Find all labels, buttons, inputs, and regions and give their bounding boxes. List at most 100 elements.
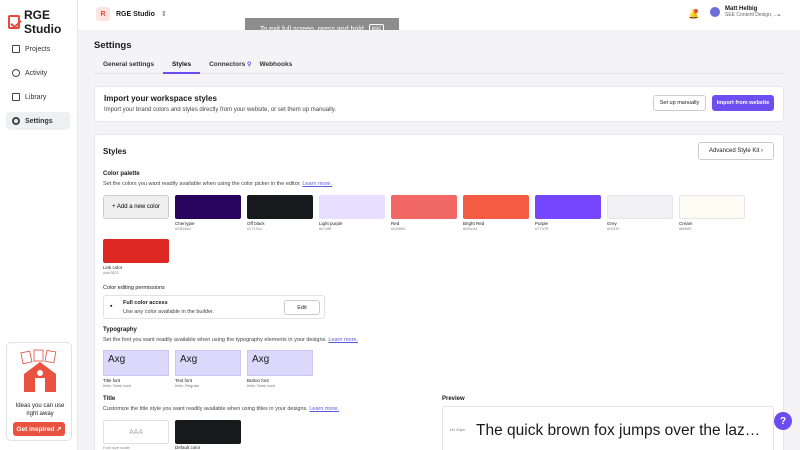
- color-swatch[interactable]: Grey #f1f1f3: [607, 195, 673, 231]
- activity-icon: [12, 69, 20, 77]
- font-detail: Inter, Regular: [175, 383, 200, 388]
- swatch-hex: #e7dfff: [319, 226, 332, 231]
- sidebar-nav: Projects Activity Library Settings: [6, 40, 70, 136]
- typography-description: Set the font you want readily available …: [103, 337, 358, 343]
- sidebar-item-projects[interactable]: Projects: [6, 40, 70, 58]
- avatar: [710, 7, 720, 17]
- user-menu[interactable]: Matt Helbig SEE Content Design, ...: [710, 6, 778, 18]
- swatch-hex: #28045d: [175, 226, 191, 231]
- palette-desc-text: Set the colors you want readily availabl…: [103, 181, 301, 187]
- default-color-label: Default color: [175, 445, 201, 450]
- preview-text: The quick brown fox jumps over the laz…: [476, 422, 761, 439]
- color-swatch[interactable]: Off black #17191c: [247, 195, 313, 231]
- help-button[interactable]: ?: [774, 412, 792, 430]
- typography-title: Typography: [103, 327, 137, 333]
- sidebar-item-label: Library: [25, 93, 47, 101]
- sidebar-item-library[interactable]: Library: [6, 88, 70, 106]
- gear-icon: [12, 117, 20, 125]
- promo-card: Ideas you can use right away Get inspire…: [6, 342, 72, 441]
- user-role: SEE Content Design, ...: [725, 12, 778, 18]
- workspace-switcher[interactable]: R RGE Studio ⇕: [96, 7, 167, 21]
- swatch-color-box: [319, 195, 385, 219]
- swatch-color-box: [535, 195, 601, 219]
- app-name: RGE Studio: [23, 8, 62, 36]
- palette-learn-more-link[interactable]: Learn more.: [302, 181, 332, 187]
- color-swatch[interactable]: Purple #7747ff: [535, 195, 601, 231]
- chevron-down-icon[interactable]: ⌄: [776, 10, 782, 18]
- sidebar-item-label: Settings: [25, 117, 53, 125]
- font-sample: Axg: [175, 350, 241, 376]
- default-color-swatch[interactable]: [175, 420, 241, 444]
- kit-label: Advanced Style Kit: [708, 148, 760, 154]
- topbar: R RGE Studio ⇕ 🔔 Matt Helbig SEE Content…: [78, 0, 800, 30]
- swatch-color-box: [463, 195, 529, 219]
- text-font-card[interactable]: Axg Text font Inter, Regular: [175, 350, 241, 388]
- title-preview: H1 40px The quick brown fox jumps over t…: [442, 406, 774, 450]
- perm-name: Full color access: [123, 300, 168, 306]
- swatch-hex: #fefbf3: [679, 226, 692, 231]
- font-scale-label: Font size scale: [103, 445, 130, 450]
- typo-desc-text: Set the font you want readily available …: [103, 337, 327, 343]
- font-sample: Axg: [247, 350, 313, 376]
- swatch-color-box: [175, 195, 241, 219]
- styles-title: Styles: [103, 147, 127, 156]
- swatch-color-box: [391, 195, 457, 219]
- advanced-style-kit-button[interactable]: Advanced Style Kit ›: [698, 142, 774, 160]
- app-logo[interactable]: RGE Studio: [8, 8, 77, 36]
- swatch-color-box: [607, 195, 673, 219]
- lock-icon: ▪: [110, 303, 113, 310]
- title-font-card[interactable]: Axg Title font Inter, Semi bold: [103, 350, 169, 388]
- swatch-hex: #f45c44: [463, 226, 478, 231]
- swatch-hex: #17191c: [247, 226, 263, 231]
- preview-title: Preview: [442, 396, 465, 402]
- title-desc-text: Customize the title style you want readi…: [103, 406, 308, 412]
- add-color-button[interactable]: + Add a new color: [103, 195, 169, 219]
- house-illustration-icon: [20, 349, 57, 392]
- styles-content: Styles Advanced Style Kit › Color palett…: [78, 30, 800, 450]
- swatch-hex: #7747ff: [535, 226, 549, 231]
- swatch-hex: #de2823: [103, 270, 119, 275]
- preview-size-label: H1 40px: [450, 427, 465, 432]
- logo-icon: [8, 15, 20, 29]
- font-scale-picker[interactable]: AAA: [103, 420, 169, 444]
- color-permission-card: ▪ Full color access Use any color availa…: [103, 295, 325, 319]
- swatch-color-box: [103, 239, 169, 263]
- color-swatch[interactable]: Cherrypie #28045d: [175, 195, 241, 231]
- title-section-title: Title: [103, 396, 116, 402]
- sidebar-item-label: Activity: [25, 69, 48, 77]
- swatch-color-box: [679, 195, 745, 219]
- get-inspired-button[interactable]: Get inspired ↗: [13, 422, 65, 436]
- sidebar: RGE Studio Projects Activity Library Set…: [0, 0, 78, 450]
- title-learn-more-link[interactable]: Learn more.: [309, 406, 339, 412]
- app-root: RGE Studio Projects Activity Library Set…: [0, 0, 800, 450]
- color-swatch[interactable]: Link color #de2823: [103, 239, 169, 275]
- palette-title: Color palette: [103, 171, 140, 177]
- sidebar-item-settings[interactable]: Settings: [6, 112, 70, 130]
- font-sample: Axg: [103, 350, 169, 376]
- perm-title: Color editing permissions: [103, 285, 165, 291]
- font-detail: Inter, Semi bold: [247, 383, 275, 388]
- color-swatch[interactable]: Bright Red #f45c44: [463, 195, 529, 231]
- sidebar-item-label: Projects: [25, 45, 51, 53]
- chevron-right-icon: ›: [761, 148, 764, 154]
- button-font-card[interactable]: Axg Button font Inter, Semi bold: [247, 350, 313, 388]
- title-section-description: Customize the title style you want readi…: [103, 406, 339, 412]
- color-swatch[interactable]: Red #f26864: [391, 195, 457, 231]
- font-detail: Inter, Semi bold: [103, 383, 131, 388]
- notification-dot: [694, 9, 698, 13]
- workspace-name: RGE Studio: [116, 10, 155, 18]
- palette-description: Set the colors you want readily availabl…: [103, 181, 332, 187]
- color-swatch[interactable]: Light purple #e7dfff: [319, 195, 385, 231]
- folder-icon: [12, 45, 20, 53]
- typo-learn-more-link[interactable]: Learn more.: [328, 337, 358, 343]
- perm-desc: Use any color available in the builder.: [123, 309, 215, 315]
- promo-text: Ideas you can use right away: [15, 403, 65, 417]
- color-swatch[interactable]: Cream #fefbf3: [679, 195, 745, 231]
- book-icon: [12, 93, 20, 101]
- perm-edit-button[interactable]: Edit: [284, 300, 320, 315]
- workspace-badge: R: [96, 7, 110, 21]
- swatch-hex: #f26864: [391, 226, 406, 231]
- swatch-hex: #f1f1f3: [607, 226, 620, 231]
- sidebar-item-activity[interactable]: Activity: [6, 64, 70, 82]
- swatch-color-box: [247, 195, 313, 219]
